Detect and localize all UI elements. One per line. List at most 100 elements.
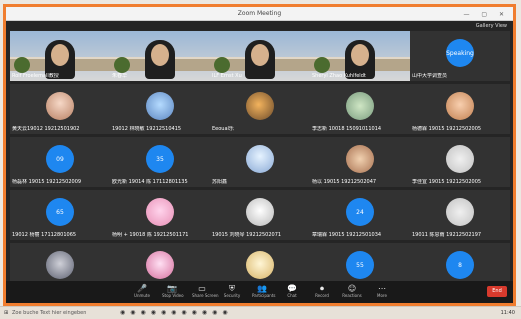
participant-name: 章瑞霖 19015 19212501034 xyxy=(312,232,382,238)
participant-name: 杨德霖 19015 19212502005 xyxy=(412,126,482,132)
participant-avatar xyxy=(446,92,474,120)
toolbar-share-screen-button[interactable]: ▭ Share Screen xyxy=(192,284,219,298)
participant-tile[interactable]: 65 19012 杨丽 17112801065 xyxy=(10,190,110,240)
participant-name: 山中大学调查员 xyxy=(412,73,448,79)
participant-avatar: 55 xyxy=(346,251,374,279)
participant-video-face xyxy=(151,44,169,66)
people-icon: 👥 xyxy=(257,284,267,293)
toolbar-label: Security xyxy=(223,293,241,298)
participant-name: 杨磊林 19015 19212502009 xyxy=(12,179,82,185)
record-icon: ⏺ xyxy=(320,284,324,293)
mic-icon: 🎤 xyxy=(137,284,147,293)
toolbar-participants-button[interactable]: 👥 Participants xyxy=(252,284,276,298)
participant-name: 19015 刘晓琴 19212502071 xyxy=(212,232,282,238)
toolbar-security-button[interactable]: ⛨ Security xyxy=(222,284,242,298)
participant-tile[interactable]: 杨明 + 19018 陈 19212501171 xyxy=(110,190,210,240)
participant-avatar xyxy=(246,145,274,173)
toolbar-stop-video-button[interactable]: 📷 Stop Video xyxy=(162,284,184,298)
participant-avatar xyxy=(146,251,174,279)
participant-avatar xyxy=(46,92,74,120)
participant-tile[interactable]: 19011 陈思雨 19212502197 xyxy=(410,190,510,240)
participant-tile[interactable]: Speaking 山中大学调查员 xyxy=(410,31,510,81)
participant-tile[interactable]: 19012 林晓敏 19212510415 xyxy=(110,84,210,134)
participant-tile[interactable]: 09 杨磊林 19015 19212502009 xyxy=(10,137,110,187)
toolbar-label: Participants xyxy=(252,293,276,298)
participant-avatar xyxy=(446,145,474,173)
participant-name: Eeoual乐 xyxy=(212,126,234,132)
participant-tile[interactable]: 24 章瑞霖 19015 19212501034 xyxy=(310,190,410,240)
reaction-icon: ☺ xyxy=(347,284,357,293)
toolbar-more-button[interactable]: ⋯ More xyxy=(372,284,392,298)
participant-tile[interactable]: 杨德霖 19015 19212502005 xyxy=(410,84,510,134)
participant-tile[interactable]: 苏阳鑫 xyxy=(210,137,310,187)
taskbar-search[interactable]: Zoe buche Text hier eingeben xyxy=(12,310,86,316)
toolbar-label: Chat xyxy=(287,293,297,298)
participant-name: Rolf Froelemall教授 xyxy=(12,73,59,79)
participant-tile[interactable]: 朱春华 xyxy=(110,31,210,81)
participant-avatar: Speaking xyxy=(446,39,474,67)
taskbar-clock: 11:40 xyxy=(500,310,515,316)
toolbar-record-button[interactable]: ⏺ Record xyxy=(312,284,332,298)
participant-avatar xyxy=(246,251,274,279)
participant-tile[interactable]: ILF Ernst Xu xyxy=(210,31,310,81)
participant-avatar xyxy=(346,145,374,173)
participant-name: 杨明 + 19018 陈 19212501171 xyxy=(112,232,189,238)
taskbar-app-icons[interactable]: ◉◉◉◉◉◉◉◉◉◉◉ xyxy=(120,309,233,316)
photo-background: Zoom Meeting — ▢ ✕ Gallery View Rolf Fro… xyxy=(0,0,521,319)
end-meeting-button[interactable]: End xyxy=(487,286,507,297)
toolbar-label: Unmute xyxy=(134,293,150,298)
participant-tile[interactable]: 19015 刘晓琴 19212502071 xyxy=(210,190,310,240)
gallery-view-toggle[interactable]: Gallery View xyxy=(476,23,507,29)
participant-name: 李志新 10018 15091011014 xyxy=(312,126,382,132)
toolbar-label: Reactions xyxy=(342,293,362,298)
tree-shape xyxy=(214,57,230,73)
participant-name: 李佳宜 19015 19212502005 xyxy=(412,179,482,185)
participant-avatar xyxy=(246,198,274,226)
participant-avatar xyxy=(346,92,374,120)
window-controls[interactable]: — ▢ ✕ xyxy=(463,11,509,18)
participant-video-face xyxy=(51,44,69,66)
participant-avatar xyxy=(146,92,174,120)
participant-name: 杨以 19015 19212502047 xyxy=(312,179,377,185)
participant-avatar xyxy=(146,198,174,226)
participant-avatar: 8 xyxy=(446,251,474,279)
meeting-toolbar: 🎤 Unmute 📷 Stop Video ▭ Share Screen ⛨ Security… xyxy=(6,281,513,303)
window-title: Zoom Meeting xyxy=(237,10,282,17)
toolbar-label: Record xyxy=(315,293,329,298)
participant-name: 朱春华 xyxy=(112,73,128,79)
participant-tile[interactable]: Sheryl Zhao Kuhlfeldt xyxy=(310,31,410,81)
tree-shape xyxy=(114,57,130,73)
participant-name: 19011 陈思雨 19212502197 xyxy=(412,232,482,238)
camera-icon: 📷 xyxy=(167,284,177,293)
participant-tile[interactable]: 李志新 10018 15091011014 xyxy=(310,84,410,134)
participant-avatar: 65 xyxy=(46,198,74,226)
share-icon: ▭ xyxy=(198,284,206,293)
participant-name: 黄天云19012 19212501902 xyxy=(12,126,80,132)
zoom-window: Zoom Meeting — ▢ ✕ Gallery View Rolf Fro… xyxy=(3,4,516,306)
toolbar-label: More xyxy=(377,293,387,298)
participant-tile[interactable]: 杨以 19015 19212502047 xyxy=(310,137,410,187)
start-icon[interactable]: ⊞ xyxy=(4,310,8,316)
toolbar-label: Share Screen xyxy=(192,293,219,298)
taskbar: ⊞ Zoe buche Text hier eingeben ◉◉◉◉◉◉◉◉◉… xyxy=(0,306,521,319)
toolbar-reactions-button[interactable]: ☺ Reactions xyxy=(342,284,362,298)
toolbar-unmute-button[interactable]: 🎤 Unmute xyxy=(132,284,152,298)
participant-tile[interactable]: 李佳宜 19015 19212502005 xyxy=(410,137,510,187)
participant-name: 19012 林晓敏 19212510415 xyxy=(112,126,182,132)
chat-icon: 💬 xyxy=(287,284,297,293)
participant-video-face xyxy=(351,44,369,66)
title-bar: Zoom Meeting — ▢ ✕ xyxy=(6,7,513,21)
participant-video-face xyxy=(251,44,269,66)
tree-shape xyxy=(14,57,30,73)
participant-name: ILF Ernst Xu xyxy=(212,73,242,79)
participant-tile[interactable]: 35 欧光新 19014 陈 17112801135 xyxy=(110,137,210,187)
participant-name: 欧光新 19014 陈 17112801135 xyxy=(112,179,188,185)
participant-name: Sheryl Zhao Kuhlfeldt xyxy=(312,73,366,79)
participant-avatar: 35 xyxy=(146,145,174,173)
participant-tile[interactable]: 黄天云19012 19212501902 xyxy=(10,84,110,134)
participant-avatar: 24 xyxy=(346,198,374,226)
participant-avatar xyxy=(46,251,74,279)
toolbar-chat-button[interactable]: 💬 Chat xyxy=(282,284,302,298)
participant-tile[interactable]: Eeoual乐 xyxy=(210,84,310,134)
participant-tile[interactable]: Rolf Froelemall教授 xyxy=(10,31,110,81)
